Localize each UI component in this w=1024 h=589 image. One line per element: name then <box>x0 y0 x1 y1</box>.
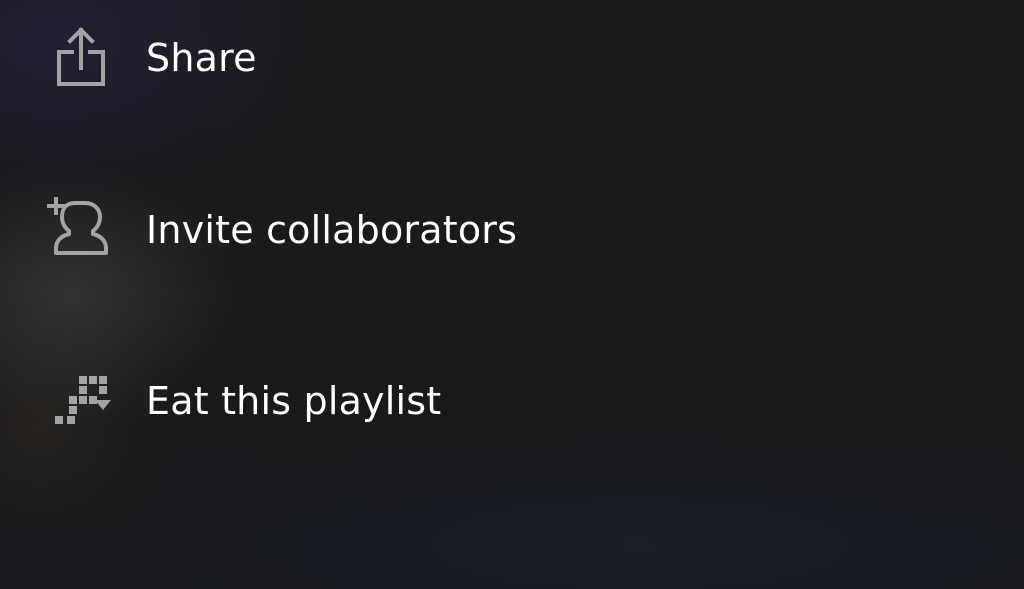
pixel-playlist-icon <box>55 376 111 424</box>
menu-item-label: Share <box>146 36 257 80</box>
context-menu: Share Invite collaborators Eat this play… <box>0 0 1024 589</box>
menu-item-share[interactable]: Share <box>0 0 1024 120</box>
menu-item-invite-collaborators[interactable]: Invite collaborators <box>0 170 1024 290</box>
menu-item-label: Invite collaborators <box>146 208 518 252</box>
menu-item-label: Eat this playlist <box>146 379 442 423</box>
share-icon <box>57 27 105 86</box>
menu-item-eat-this-playlist[interactable]: Eat this playlist <box>0 341 1024 461</box>
add-user-icon <box>47 197 108 255</box>
